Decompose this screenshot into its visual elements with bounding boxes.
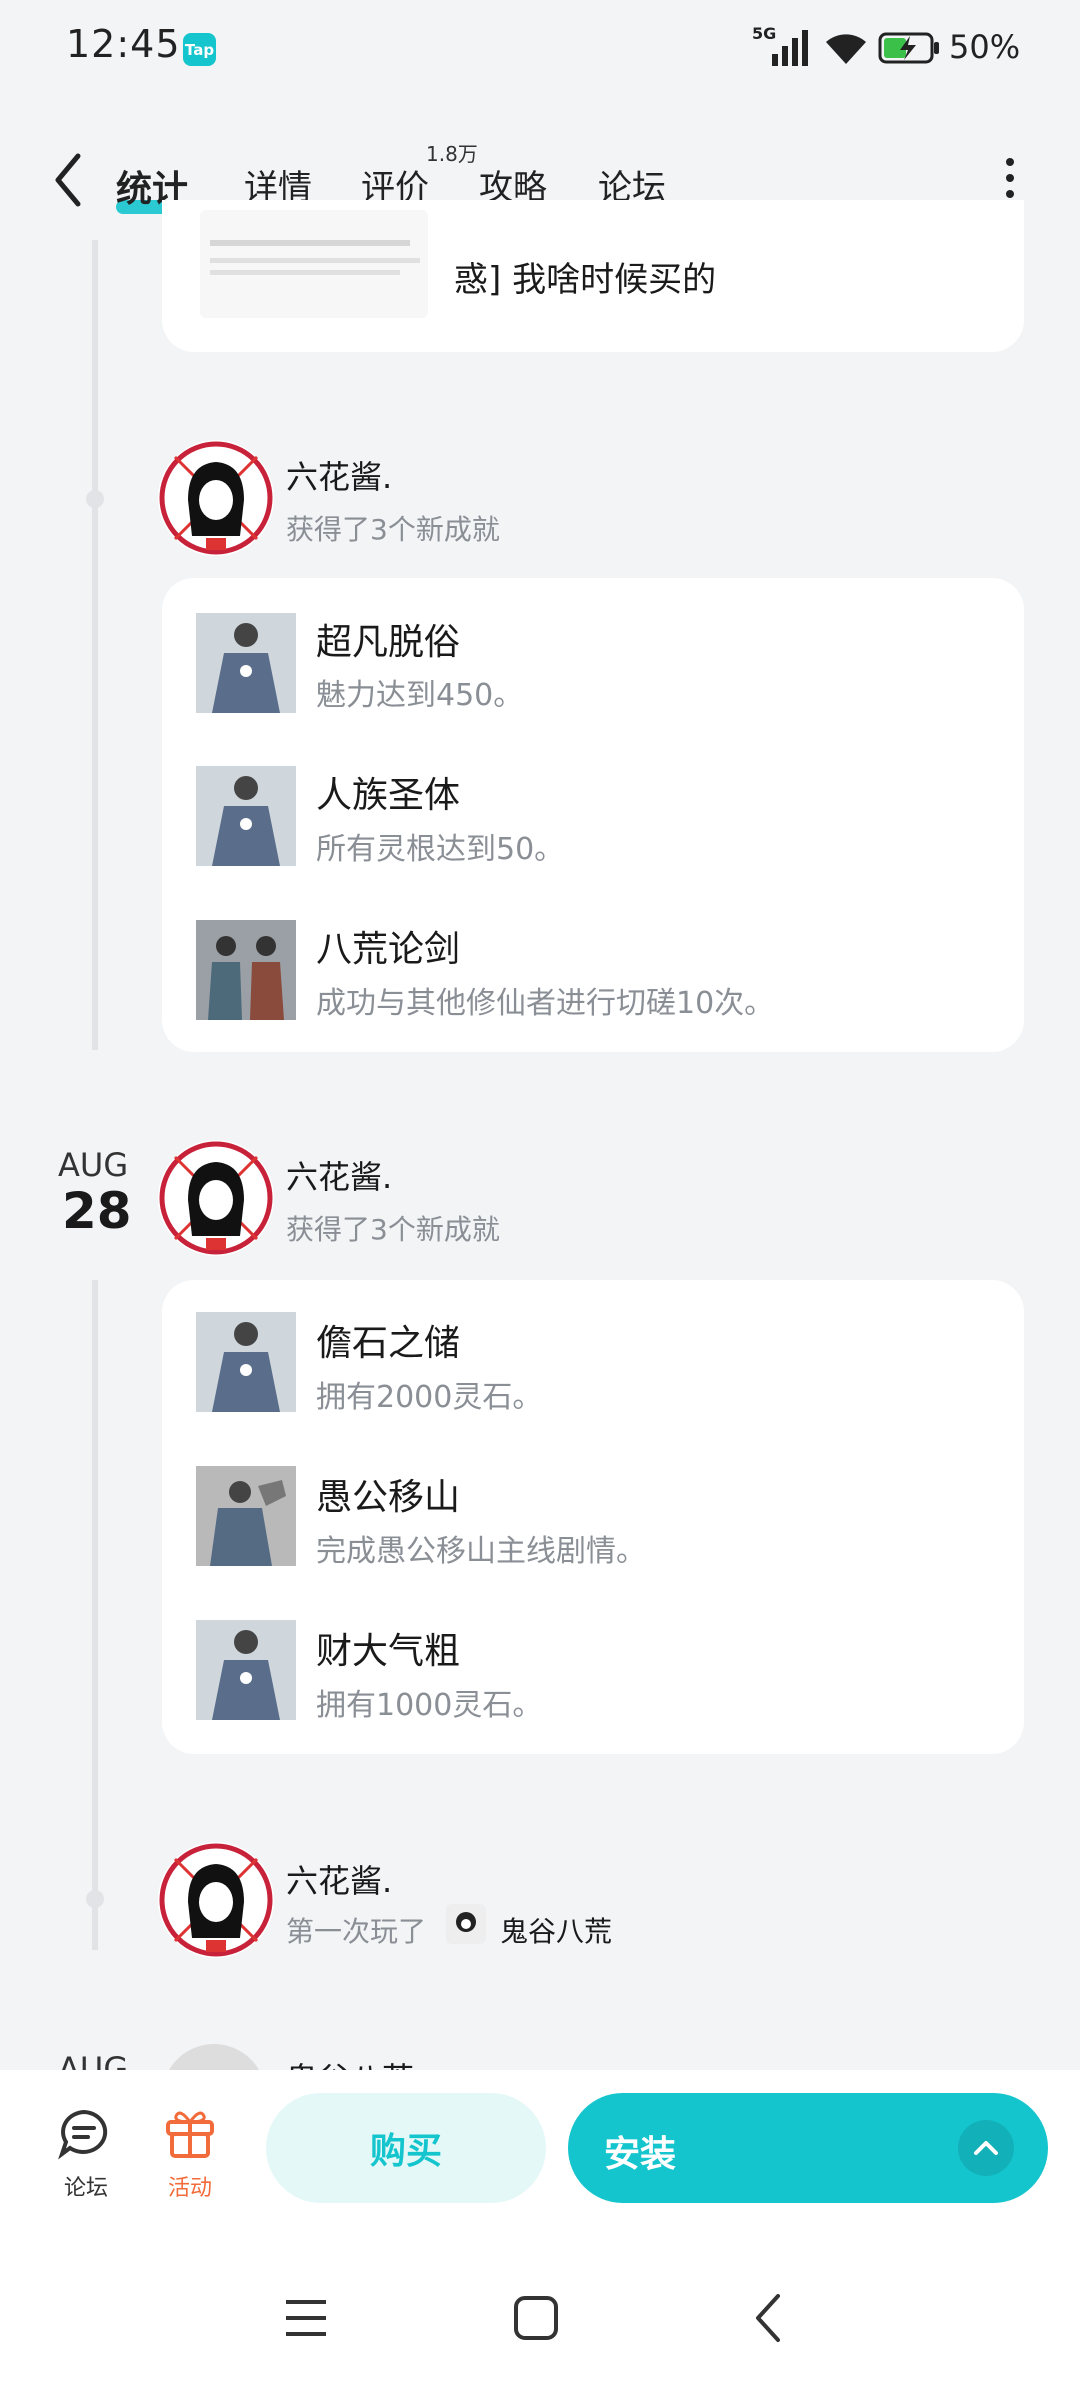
user-avatar[interactable] [158, 1842, 274, 1958]
achievement-desc: 魅力达到450。 [316, 678, 524, 713]
activity-text: 获得了3个新成就 [286, 1213, 500, 1246]
activity-label[interactable]: 活动 [168, 2170, 212, 2202]
achievement-title: 超凡脱俗 [316, 622, 461, 663]
timeline-dot [86, 1890, 104, 1908]
wifi-icon [826, 34, 866, 64]
timeline-line [92, 1280, 98, 1950]
user-avatar[interactable] [158, 440, 274, 556]
user-avatar[interactable] [158, 1140, 274, 1256]
more-menu-icon[interactable] [1000, 156, 1020, 206]
username[interactable]: 六花酱. [286, 1152, 392, 1198]
chevron-up-icon [974, 2141, 998, 2155]
achievement-icon [196, 766, 296, 866]
game-name[interactable]: 鬼谷八荒 [500, 1910, 612, 1950]
tap-app-icon: Tap [183, 33, 216, 66]
achievement-title: 人族圣体 [316, 775, 461, 816]
achievement-title: 愚公移山 [316, 1477, 461, 1518]
post-text: 惑] 我啥时候买的 [454, 260, 717, 300]
date-day: 28 [62, 1182, 132, 1240]
status-time: 12:45 [66, 22, 181, 66]
battery-charging-icon [878, 32, 939, 64]
battery-percent: 50% [949, 28, 1021, 66]
expand-options-button[interactable] [958, 2120, 1014, 2176]
back-icon[interactable] [48, 150, 88, 210]
achievement-icon [196, 613, 296, 713]
username[interactable]: 六花酱. [286, 452, 392, 498]
achievements-card: 超凡脱俗 魅力达到450。 人族圣体 所有灵根达到50。 八荒论剑 成功与其他修… [162, 578, 1024, 1052]
activity-text: 获得了3个新成就 [286, 513, 500, 546]
review-count-badge: 1.8万 [426, 142, 478, 166]
gift-icon[interactable] [162, 2104, 218, 2160]
achievement-title: 儋石之储 [316, 1323, 461, 1364]
achievement-desc: 拥有1000灵石。 [316, 1688, 543, 1723]
install-label: 安装 [604, 2134, 677, 2175]
achievement-icon [196, 920, 296, 1020]
achievement-desc: 拥有2000灵石。 [316, 1380, 543, 1415]
menu-icon[interactable] [282, 2296, 330, 2340]
achievement-desc: 所有灵根达到50。 [316, 832, 565, 867]
achievement-title: 八荒论剑 [316, 929, 461, 970]
achievement-desc: 完成愚公移山主线剧情。 [316, 1534, 646, 1569]
signal-icon [772, 30, 808, 66]
username[interactable]: 六花酱. [286, 1856, 392, 1902]
post-card[interactable]: 惑] 我啥时候买的 [162, 200, 1024, 352]
status-bar: 12:45 Tap 5G 50% [0, 0, 1080, 100]
activity-text: 第一次玩了 [286, 1915, 427, 1948]
timeline-line [92, 240, 98, 1050]
buy-button[interactable]: 购买 [266, 2093, 546, 2203]
achievement-icon [196, 1312, 296, 1412]
date-month: AUG [58, 1146, 129, 1184]
achievement-icon [196, 1466, 296, 1566]
system-back-icon[interactable] [748, 2292, 788, 2344]
forum-label[interactable]: 论坛 [64, 2170, 108, 2202]
game-icon[interactable] [446, 1904, 486, 1944]
post-thumbnail [200, 210, 428, 318]
achievements-card: 儋石之储 拥有2000灵石。 愚公移山 完成愚公移山主线剧情。 财大气粗 拥有1… [162, 1280, 1024, 1754]
timeline-dot [86, 490, 104, 508]
install-button[interactable]: 安装 [568, 2093, 1048, 2203]
home-icon[interactable] [512, 2294, 560, 2342]
achievement-desc: 成功与其他修仙者进行切磋10次。 [316, 986, 775, 1021]
achievement-title: 财大气粗 [316, 1631, 461, 1672]
achievement-icon [196, 1620, 296, 1720]
forum-icon[interactable] [56, 2106, 116, 2162]
system-nav-bar [0, 2240, 1080, 2400]
